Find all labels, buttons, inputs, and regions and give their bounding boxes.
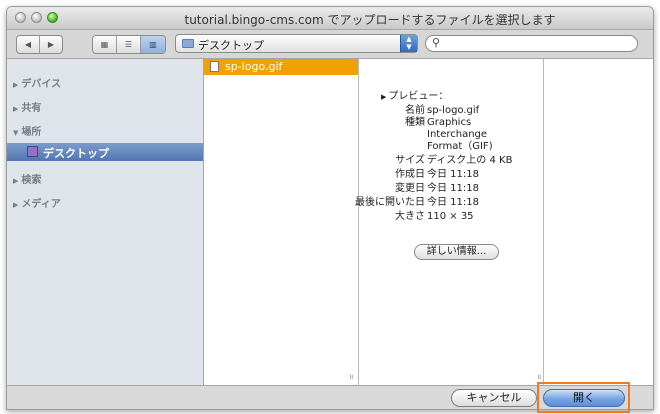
sidebar-item-desktop[interactable]: デスクトップ — [7, 143, 203, 161]
info-key: サイズ — [395, 155, 425, 166]
preview-label: プレビュー： — [388, 91, 449, 102]
preview-column: ▶ プレビュー： 名前 sp-logo.gif 種類 Graphics Inter… — [355, 59, 544, 385]
search-icon: ⚲ — [432, 36, 441, 49]
cancel-button[interactable]: キャンセル — [451, 389, 537, 407]
view-mode-control: ▦ ☰ ▥ — [92, 35, 166, 54]
info-value: sp-logo.gif — [427, 105, 480, 116]
sidebar: ▶ デバイス ▶ 共有 ▼ 場所 デスクトップ ▶ 検索 ▶ メディア — [7, 59, 204, 385]
location-label: デスクトップ — [198, 39, 264, 52]
column-resize-handle[interactable]: ॥ — [349, 373, 353, 382]
highlight-box — [537, 382, 630, 413]
sidebar-item-label: デスクトップ — [43, 147, 109, 160]
search-field[interactable]: ⚲ — [425, 35, 638, 52]
back-arrow-icon[interactable]: ◀ — [17, 36, 40, 53]
info-value: 今日 11:18 — [427, 169, 479, 180]
info-key: 最後に開いた日 — [355, 197, 425, 208]
disclosure-triangle-icon: ▶ — [13, 105, 19, 113]
toolbar: ◀ ▶ ▦ ☰ ▥ デスクトップ ▲ ▼ ⚲ — [7, 30, 653, 59]
info-value: Graphics — [427, 117, 472, 128]
info-key: 種類 — [405, 117, 425, 128]
browser-area: ▶ デバイス ▶ 共有 ▼ 場所 デスクトップ ▶ 検索 ▶ メディア sp-logo. — [7, 59, 653, 385]
zoom-window-button[interactable] — [47, 12, 58, 23]
disclosure-triangle-icon: ▶ — [381, 93, 387, 101]
info-value: 110 × 35 — [427, 211, 474, 222]
disclosure-triangle-icon: ▶ — [13, 177, 19, 185]
info-value: ディスク上の 4 KB — [427, 155, 513, 166]
sidebar-section-label: 共有 — [21, 103, 42, 114]
list-view-icon[interactable]: ☰ — [117, 36, 141, 53]
info-value: 今日 11:18 — [427, 183, 479, 194]
sidebar-section-label: 場所 — [21, 127, 42, 138]
info-value: Format（GIF) — [427, 141, 493, 152]
icon-view-icon[interactable]: ▦ — [93, 36, 117, 53]
folder-icon — [182, 39, 194, 48]
sidebar-section-places[interactable]: ▼ 場所 — [13, 123, 41, 138]
file-column: sp-logo.gif ॥ — [204, 59, 359, 385]
sidebar-section-label: メディア — [21, 199, 61, 210]
preview-heading[interactable]: ▶ プレビュー： — [381, 87, 448, 102]
info-key: 変更日 — [395, 183, 425, 194]
sidebar-section-devices[interactable]: ▶ デバイス — [13, 75, 61, 90]
more-info-button[interactable]: 詳しい情報... — [414, 244, 499, 260]
location-popup[interactable]: デスクトップ ▲ ▼ — [175, 34, 418, 53]
file-open-dialog: tutorial.bingo-cms.com でアップロードするファイルを選択し… — [6, 6, 654, 410]
sidebar-section-label: 検索 — [21, 175, 42, 186]
forward-arrow-icon[interactable]: ▶ — [40, 36, 62, 53]
close-window-button[interactable] — [15, 12, 26, 23]
disclosure-triangle-icon: ▼ — [13, 129, 19, 137]
info-value: 今日 11:18 — [427, 197, 479, 208]
file-item[interactable]: sp-logo.gif — [204, 59, 358, 75]
empty-column — [544, 59, 653, 385]
sidebar-section-search[interactable]: ▶ 検索 — [13, 171, 41, 186]
info-key: 名前 — [405, 105, 425, 116]
minimize-window-button[interactable] — [31, 12, 42, 23]
disclosure-triangle-icon: ▶ — [13, 81, 19, 89]
popup-arrows-icon: ▲ ▼ — [400, 35, 417, 52]
info-value: Interchange — [427, 129, 488, 140]
title-bar: tutorial.bingo-cms.com でアップロードするファイルを選択し… — [7, 7, 653, 30]
window-title: tutorial.bingo-cms.com でアップロードするファイルを選択し… — [184, 13, 556, 27]
info-key: 作成日 — [395, 169, 425, 180]
column-resize-handle[interactable]: ॥ — [537, 373, 541, 382]
desktop-icon — [27, 146, 38, 157]
sidebar-section-label: デバイス — [21, 79, 62, 90]
file-name: sp-logo.gif — [225, 60, 283, 73]
disclosure-triangle-icon: ▶ — [13, 201, 19, 209]
sidebar-section-media[interactable]: ▶ メディア — [13, 195, 61, 210]
document-icon — [210, 61, 219, 72]
column-view-icon[interactable]: ▥ — [141, 36, 165, 53]
sidebar-section-shared[interactable]: ▶ 共有 — [13, 99, 41, 114]
back-forward-control: ◀ ▶ — [16, 35, 63, 54]
info-key: 大きさ — [395, 211, 425, 222]
